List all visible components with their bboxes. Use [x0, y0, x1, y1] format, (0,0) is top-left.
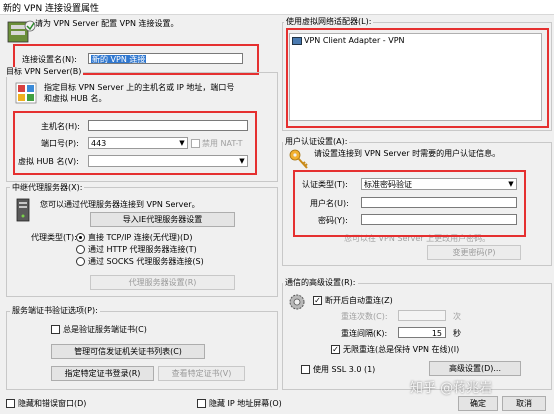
infinite-reconnect-checkbox[interactable]: ✓	[331, 345, 340, 354]
retry-count-input[interactable]	[398, 310, 446, 321]
hide-status-label: 隐藏和错误窗口(D)	[18, 399, 87, 408]
use-ssl-label: 使用 SSL 3.0 (1)	[313, 365, 376, 374]
retry-count-label: 重连次数(C):	[341, 312, 388, 321]
cancel-button[interactable]: 取消	[502, 396, 546, 411]
manage-ca-button[interactable]: 管理可信发证机关证书列表(C)	[51, 344, 205, 359]
specify-cert-button[interactable]: 指定特定证书登录(R)	[51, 366, 154, 381]
proxy-socks-radio[interactable]	[76, 257, 85, 266]
view-cert-button[interactable]: 查看特定证书(V)	[158, 366, 245, 381]
hide-ip-label: 隐藏 IP 地址屏幕(O)	[209, 399, 282, 408]
proxy-socks-label: 通过 SOCKS 代理服务器连接(S)	[88, 257, 204, 266]
auth-description: 请设置连接到 VPN Server 时需要的用户认证信息。	[314, 149, 501, 158]
proxy-http-label: 通过 HTTP 代理服务器连接(T)	[88, 245, 197, 254]
vpn-server-icon	[6, 18, 36, 44]
advanced-settings-button[interactable]: 高级设置(D)...	[429, 361, 521, 376]
watermark-text: 知乎 @蒋兆岩	[410, 381, 493, 396]
intro-text: 请为 VPN Server 配置 VPN 连接设置。	[35, 19, 179, 28]
hide-ip-checkbox[interactable]	[197, 399, 206, 408]
gear-icon	[287, 292, 307, 312]
retry-interval-label: 重连间隔(K):	[341, 329, 388, 338]
server-grid-icon	[15, 82, 37, 104]
proxy-description: 您可以通过代理服务器连接到 VPN Server。	[40, 200, 200, 209]
retry-interval-input[interactable]: 15	[398, 327, 446, 338]
auth-group-label: 用户认证设置(A):	[283, 137, 350, 147]
highlight-auth-fields	[293, 170, 526, 237]
import-ie-proxy-button[interactable]: 导入IE代理服务器设置	[90, 212, 235, 227]
target-description-line1: 指定目标 VPN Server 上的主机名或 IP 地址，端口号	[44, 83, 235, 92]
key-icon	[288, 148, 310, 172]
hide-status-checkbox[interactable]	[6, 399, 15, 408]
window-title: 新的 VPN 连接设置属性	[3, 4, 100, 14]
retry-interval-value: 15	[431, 329, 442, 338]
proxy-server-icon	[14, 198, 32, 222]
auto-reconnect-label: 断开后自动重连(Z)	[325, 296, 393, 305]
target-description-line2: 和虚拟 HUB 名。	[44, 94, 107, 103]
auto-reconnect-checkbox[interactable]: ✓	[313, 296, 322, 305]
change-password-button[interactable]: 变更密码(P)	[427, 245, 521, 260]
retry-count-unit: 次	[453, 312, 461, 321]
use-ssl-checkbox[interactable]	[301, 365, 310, 374]
target-server-group-label: 目标 VPN Server(B)	[4, 67, 84, 77]
proxy-direct-label: 直接 TCP/IP 连接(无代理)(D)	[88, 233, 193, 242]
highlight-adapter	[286, 28, 549, 128]
advanced-group-label: 通信的高级设置(R):	[283, 278, 358, 288]
proxy-http-radio[interactable]	[76, 245, 85, 254]
proxy-settings-button[interactable]: 代理服务器设置(R)	[90, 275, 235, 290]
ok-button-label: 确定	[470, 399, 486, 408]
window-title-bar: 新的 VPN 连接设置属性	[0, 0, 554, 15]
adapter-group-label: 使用虚拟网络适配器(L):	[284, 17, 374, 27]
always-verify-checkbox[interactable]	[51, 325, 60, 334]
highlight-target-fields	[13, 111, 257, 175]
proxy-group-label: 中继代理服务器(X):	[10, 183, 85, 193]
cert-group-label: 服务端证书验证选项(P):	[10, 306, 100, 316]
proxy-direct-radio[interactable]	[76, 233, 85, 242]
proxy-type-label: 代理类型(T):	[31, 233, 77, 242]
infinite-reconnect-label: 无限重连(总是保持 VPN 在线)(I)	[343, 345, 460, 354]
retry-interval-unit: 秒	[453, 329, 461, 338]
cancel-button-label: 取消	[516, 399, 532, 408]
always-verify-label: 总是验证服务端证书(C)	[63, 325, 147, 334]
ok-button[interactable]: 确定	[458, 396, 498, 411]
